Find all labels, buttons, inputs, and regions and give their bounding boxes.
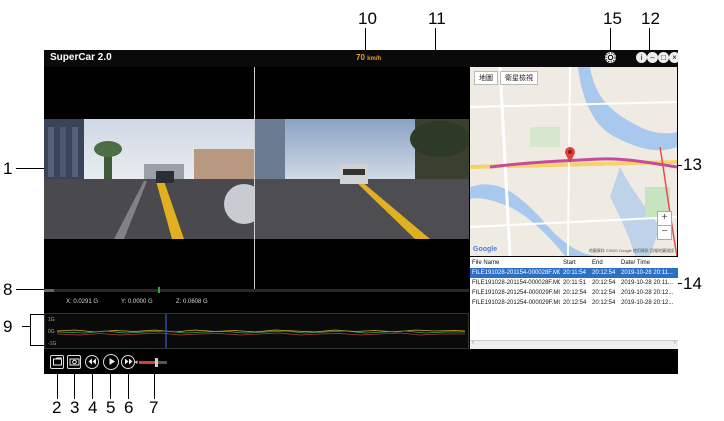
playback-controls: ◂: [44, 352, 678, 374]
app-title: SuperCar 2.0: [50, 52, 112, 63]
file-list[interactable]: File Name Start End Date/ Time FILE19102…: [470, 257, 678, 349]
open-folder-icon[interactable]: [50, 355, 64, 369]
callout-12: 12: [641, 9, 660, 28]
tab-satellite[interactable]: 衛星檢視: [500, 71, 538, 85]
callout-15: 15: [603, 9, 622, 28]
file-start: 20:11:51: [563, 280, 586, 286]
speed-unit: km/h: [367, 56, 382, 62]
file-end: 20:12:54: [592, 280, 616, 286]
g-sensor-waveform: [56, 314, 466, 348]
rewind-icon[interactable]: [85, 355, 99, 369]
file-start: 20:12:54: [563, 300, 587, 306]
leader-line-10: [365, 28, 366, 52]
callout-8: 8: [3, 280, 13, 299]
g-sensor-z: Z: 0.0608 G: [176, 299, 208, 305]
file-name: FILE191028-201254-000029F.MOV: [472, 300, 560, 306]
volume-knob[interactable]: [154, 358, 158, 367]
play-icon[interactable]: [103, 354, 119, 370]
leader-line-12: [649, 28, 650, 51]
file-date: 2019-10-28 20:12...: [621, 290, 674, 296]
rear-camera-view[interactable]: [255, 67, 469, 289]
file-name: FILE191028-201154-000028F.MOV: [472, 270, 560, 276]
g-sensor-x: X: 0.0291 G: [66, 299, 99, 305]
table-row[interactable]: FILE191028-201154-000028F.MOV 20:11:51 2…: [470, 278, 678, 288]
snapshot-icon[interactable]: [67, 355, 81, 369]
progress-marker[interactable]: [158, 287, 160, 293]
speed-value: 70: [356, 53, 365, 62]
column-file-name[interactable]: File Name: [472, 258, 560, 268]
info-button[interactable]: i: [636, 52, 647, 63]
leader-line-8: [16, 289, 46, 290]
volume-fill: [139, 361, 156, 364]
rear-camera-frame: [255, 119, 469, 239]
speaker-icon: ◂: [134, 359, 138, 366]
g-sensor-trace-z: [56, 332, 465, 336]
app-window: SuperCar 2.0 70 km/h i – □ × 地圖 衛星檢視 + −…: [44, 50, 680, 374]
file-list-header: File Name Start End Date/ Time: [470, 258, 678, 268]
speed-readout: 70 km/h: [356, 53, 381, 62]
front-camera-view[interactable]: [44, 67, 254, 289]
bracket-9: [30, 314, 31, 346]
callout-14: 14: [683, 274, 702, 293]
callout-11: 11: [428, 9, 446, 28]
file-start: 20:11:54: [563, 270, 586, 276]
file-start: 20:12:54: [563, 290, 587, 296]
file-date: 2019-10-28 20:11...: [621, 270, 673, 276]
callout-3: 3: [70, 398, 80, 417]
maximize-button[interactable]: □: [658, 52, 669, 63]
callout-7: 7: [149, 398, 159, 417]
close-button[interactable]: ×: [669, 52, 680, 63]
callout-9: 9: [3, 317, 13, 336]
callout-10: 10: [358, 9, 377, 28]
file-name: FILE191028-201154-000028F.MOV: [472, 280, 560, 286]
volume-slider[interactable]: [139, 358, 167, 367]
file-date: 2019-10-28 20:12...: [621, 300, 674, 306]
table-row[interactable]: FILE191028-201154-000028F.MOV 20:11:54 2…: [470, 268, 678, 278]
leader-line-15: [610, 28, 611, 52]
file-end: 20:12:54: [592, 300, 616, 306]
callout-5: 5: [106, 398, 116, 417]
zoom-in-button[interactable]: +: [657, 211, 672, 226]
front-camera-frame: [44, 119, 254, 239]
map-canvas: [470, 67, 677, 256]
g-sensor-graph[interactable]: 1G 0G -1G: [44, 313, 469, 349]
scroll-left-icon[interactable]: ‹: [472, 340, 474, 346]
map-tab-bar: 地圖 衛星檢視: [474, 71, 538, 85]
fast-forward-icon[interactable]: [121, 355, 135, 369]
callout-1: 1: [3, 159, 13, 178]
callout-6: 6: [124, 398, 134, 417]
scroll-right-icon[interactable]: ›: [674, 340, 676, 346]
table-row[interactable]: FILE191028-201254-000029F.MOV 20:12:54 2…: [470, 288, 678, 298]
zoom-out-button[interactable]: −: [657, 225, 672, 240]
gps-map[interactable]: 地圖 衛星檢視 + − Google 地圖資料 ©2020 Google 使用條…: [470, 67, 677, 256]
progress-fill: [44, 289, 54, 292]
horizontal-scrollbar[interactable]: ‹ ›: [470, 340, 678, 349]
g-sensor-y: Y: 0.0000 G: [121, 299, 153, 305]
table-row[interactable]: FILE191028-201254-000029F.MOV 20:12:54 2…: [470, 298, 678, 308]
g-sensor-readout: X: 0.0291 G Y: 0.0000 G Z: 0.0608 G: [44, 299, 469, 309]
callout-4: 4: [88, 398, 98, 417]
column-start[interactable]: Start: [563, 258, 589, 268]
column-date-time[interactable]: Date/ Time: [621, 258, 677, 268]
tab-map[interactable]: 地圖: [474, 71, 498, 85]
settings-icon[interactable]: [605, 52, 616, 63]
file-date: 2019-10-28 20:11...: [621, 280, 673, 286]
callout-13: 13: [683, 155, 702, 174]
file-name: FILE191028-201254-000029F.MOV: [472, 290, 560, 296]
file-end: 20:12:54: [592, 290, 616, 296]
column-end[interactable]: End: [592, 258, 618, 268]
map-credit: 地圖資料 ©2020 Google 使用條款 回報地圖錯誤: [588, 248, 674, 253]
google-logo: Google: [473, 246, 498, 253]
title-bar[interactable]: SuperCar 2.0 70 km/h i – □ ×: [44, 50, 680, 67]
playback-progress-bar[interactable]: [44, 287, 469, 293]
file-end: 20:12:54: [592, 270, 616, 276]
leader-line-9: [22, 326, 30, 327]
callout-2: 2: [52, 398, 62, 417]
minimize-button[interactable]: –: [647, 52, 658, 63]
